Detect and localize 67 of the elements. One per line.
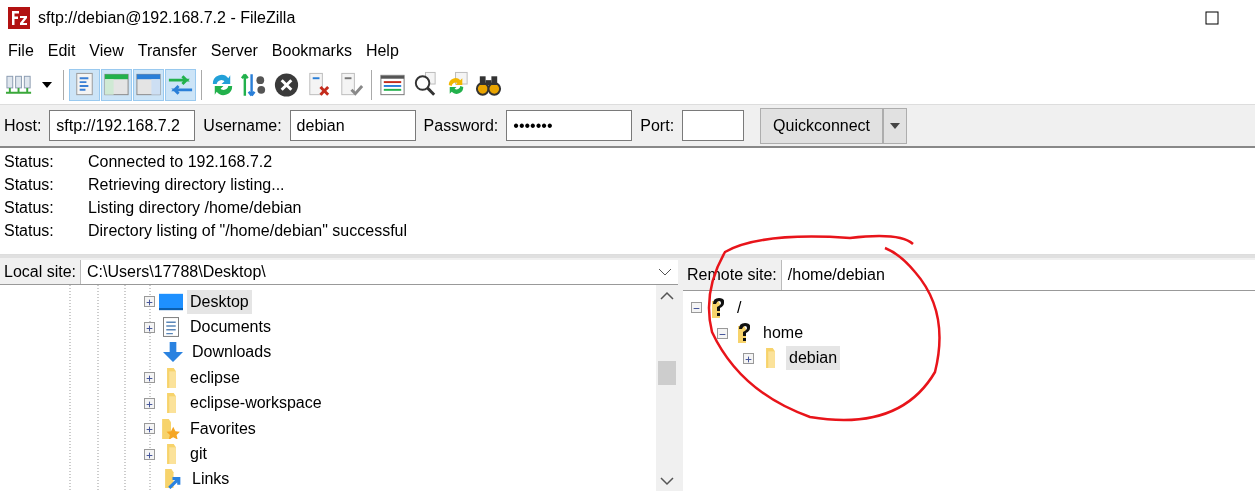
folder-name[interactable]: Favorites	[187, 416, 259, 441]
log-message: Retrieving directory listing...	[88, 174, 285, 195]
document-icon	[163, 317, 179, 338]
cancel-icon	[272, 70, 301, 100]
host-field[interactable]: sftp://192.168.7.2	[49, 110, 196, 141]
log-message: Directory listing of "/home/debian" successful	[88, 220, 408, 241]
folder-icon	[765, 348, 775, 369]
field-label: Username:	[203, 115, 282, 136]
log-label: Status:	[4, 220, 55, 241]
expand-icon[interactable]	[743, 352, 754, 364]
expand-icon[interactable]	[144, 448, 155, 460]
log-message: Listing directory /home/debian	[88, 197, 302, 218]
expand-icon[interactable]	[144, 296, 155, 308]
collapse-icon[interactable]	[717, 327, 728, 339]
link-folder-icon	[165, 469, 181, 490]
favorites-folder-icon	[162, 418, 180, 439]
menu-item[interactable]: Edit	[47, 39, 84, 63]
folder-icon	[166, 367, 176, 388]
caret-icon	[42, 82, 52, 88]
password-field[interactable]: •••••••	[506, 110, 633, 141]
field-label: Host:	[4, 115, 42, 136]
menu-item[interactable]: View	[89, 39, 132, 63]
download-arrow-icon	[163, 342, 183, 363]
folder-name[interactable]: Documents	[187, 315, 274, 340]
expand-icon[interactable]	[144, 423, 155, 435]
field-label: Port:	[640, 115, 675, 136]
folder-name[interactable]: git	[187, 442, 210, 467]
log-label: Status:	[4, 174, 55, 195]
scroll-up-icon[interactable]	[660, 291, 674, 301]
maximize-icon[interactable]	[1205, 11, 1219, 25]
log-label: Status:	[4, 151, 55, 172]
menu-item[interactable]: Server	[210, 39, 266, 63]
app-logo-icon	[8, 7, 30, 29]
dropdown-button[interactable]	[883, 107, 908, 144]
unknown-folder-icon	[712, 297, 724, 318]
log-message: Connected to 192.168.7.2	[88, 151, 273, 172]
menu-item[interactable]: File	[8, 39, 42, 63]
log-label: Status:	[4, 197, 55, 218]
window-title: sftp://debian@192.168.7.2 - FileZilla	[38, 8, 296, 28]
folder-name[interactable]: Desktop	[187, 289, 252, 314]
folder-icon	[166, 444, 176, 465]
folder-name[interactable]: /	[734, 295, 745, 320]
folder-name[interactable]: debian	[786, 346, 841, 371]
scrollbar-thumb[interactable]	[658, 361, 676, 385]
collapse-icon[interactable]	[691, 302, 702, 314]
site-label: Local site:	[0, 260, 82, 284]
menu-item[interactable]: Transfer	[137, 39, 205, 63]
menu-item[interactable]: Help	[365, 39, 407, 63]
folder-name[interactable]: eclipse	[187, 365, 243, 390]
expand-icon[interactable]	[144, 321, 155, 333]
folder-name[interactable]: Downloads	[189, 340, 275, 365]
quickconnect-button[interactable]: Quickconnect	[760, 107, 884, 144]
dropdown-caret-icon[interactable]	[658, 267, 672, 277]
folder-name[interactable]: Links	[189, 467, 233, 491]
port-field[interactable]	[682, 110, 745, 141]
field-label: Password:	[423, 115, 499, 136]
expand-icon[interactable]	[144, 372, 155, 384]
username-field[interactable]: debian	[289, 110, 416, 141]
expand-icon[interactable]	[144, 397, 155, 409]
caret-icon	[889, 121, 902, 130]
folder-name[interactable]: eclipse-workspace	[187, 391, 325, 416]
folder-icon	[166, 393, 176, 414]
menu-item[interactable]: Bookmarks	[271, 39, 360, 63]
folder-name[interactable]: home	[760, 321, 807, 346]
desktop-icon	[159, 291, 183, 312]
unknown-folder-icon	[738, 323, 750, 344]
scroll-down-icon[interactable]	[660, 476, 674, 487]
